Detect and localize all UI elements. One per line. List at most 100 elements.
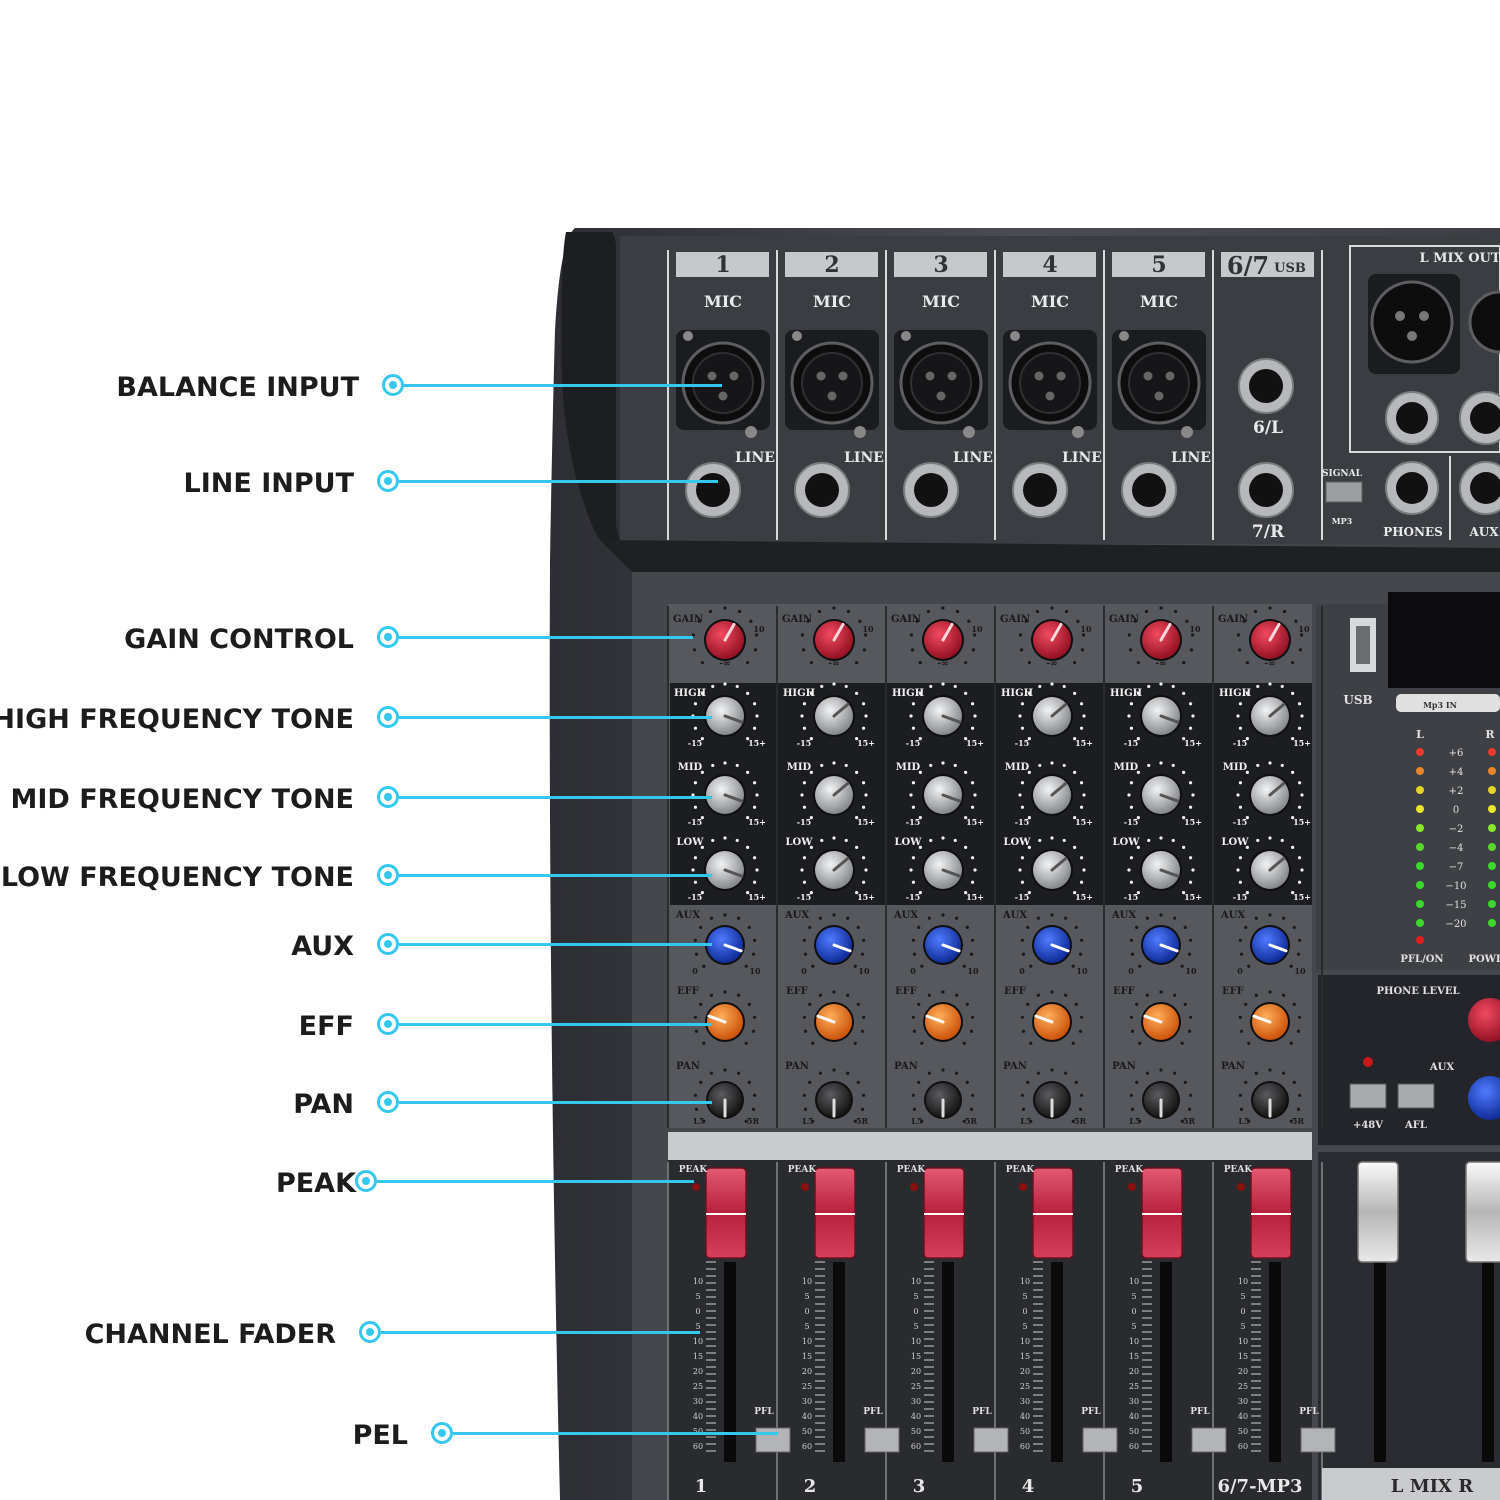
scale-tick bbox=[1268, 990, 1272, 994]
scale-tick bbox=[723, 1068, 727, 1072]
channel-bottom-label: 6/7-MP3 bbox=[1217, 1476, 1302, 1497]
scale-tick bbox=[844, 684, 848, 689]
scale-tick bbox=[853, 1041, 857, 1045]
pan-scale: L5 bbox=[1238, 1116, 1249, 1126]
fader-scale: 20 bbox=[802, 1367, 812, 1376]
callout-leader-line bbox=[399, 480, 718, 483]
scale-tick bbox=[802, 1093, 806, 1097]
scale-tick bbox=[1038, 763, 1042, 768]
gain-label: GAIN bbox=[782, 614, 812, 625]
mix-out-pin bbox=[1395, 311, 1405, 321]
fader-scale: 10 bbox=[1020, 1337, 1030, 1346]
scale-tick bbox=[802, 702, 807, 706]
scale-tick bbox=[1018, 868, 1022, 872]
eq-scale: 15+ bbox=[966, 817, 984, 827]
scale-tick bbox=[1292, 1002, 1296, 1006]
master-fader-slot bbox=[1482, 1262, 1494, 1462]
scale-tick bbox=[1191, 714, 1195, 718]
scale-tick bbox=[858, 619, 862, 623]
scale-tick bbox=[860, 1029, 865, 1033]
scale-tick bbox=[709, 916, 713, 920]
eff-label: EFF bbox=[1113, 986, 1135, 997]
scale-tick bbox=[1018, 714, 1022, 718]
scale-tick bbox=[723, 913, 727, 917]
fader-scale: 5 bbox=[695, 1292, 700, 1301]
scale-tick bbox=[971, 938, 975, 942]
master-fader-cap bbox=[1357, 1161, 1399, 1263]
gain-scale: 10 bbox=[1080, 624, 1092, 634]
scale-tick bbox=[862, 938, 866, 942]
scale-tick bbox=[1282, 1071, 1286, 1075]
scale-tick bbox=[747, 1002, 751, 1006]
callout-mid-frequency-tone: MID FREQUENCY TONE bbox=[0, 780, 760, 820]
scale-tick bbox=[926, 609, 931, 614]
scale-tick bbox=[1159, 761, 1163, 765]
power-label: POWE bbox=[1468, 954, 1500, 965]
scale-tick bbox=[856, 1002, 860, 1006]
scale-tick bbox=[809, 661, 813, 665]
eq-scale: -15 bbox=[797, 817, 811, 827]
scale-tick bbox=[1050, 761, 1054, 765]
scale-tick bbox=[1050, 682, 1054, 686]
scale-tick bbox=[1238, 1093, 1242, 1097]
scale-tick bbox=[862, 1015, 866, 1019]
scale-tick bbox=[1074, 1080, 1078, 1084]
pan-scale: L5 bbox=[911, 1116, 922, 1126]
scale-tick bbox=[1027, 661, 1031, 665]
scale-tick bbox=[1136, 661, 1140, 665]
scale-tick bbox=[1244, 1002, 1248, 1006]
pan-label: PAN bbox=[894, 1061, 918, 1072]
meter-led bbox=[1488, 748, 1496, 756]
scale-tick bbox=[1071, 1041, 1075, 1045]
aux-scale: 10 bbox=[749, 966, 761, 976]
scale-tick bbox=[1147, 838, 1151, 843]
scale-tick bbox=[1159, 836, 1163, 840]
fader-scale: 10 bbox=[1020, 1277, 1030, 1286]
aux-label: AUX bbox=[1111, 910, 1136, 921]
scale-tick bbox=[1253, 609, 1258, 614]
callout-label: MID FREQUENCY TONE bbox=[10, 784, 355, 815]
scale-tick bbox=[1187, 1029, 1192, 1033]
scale-tick bbox=[962, 1041, 966, 1045]
scale-tick bbox=[927, 1071, 931, 1075]
meter-scale: −20 bbox=[1445, 919, 1466, 930]
scale-tick bbox=[1297, 702, 1302, 706]
scale-tick bbox=[953, 763, 957, 768]
callout-pel: PEL bbox=[0, 1416, 778, 1456]
scale-tick bbox=[1183, 1002, 1187, 1006]
xlr-latch bbox=[745, 426, 757, 438]
scale-tick bbox=[918, 661, 922, 665]
scale-tick bbox=[1244, 1080, 1248, 1084]
aux-scale: 0 bbox=[801, 966, 807, 976]
fader-slot bbox=[1269, 1262, 1281, 1462]
scale-tick bbox=[909, 793, 913, 797]
pfl-label: PFL bbox=[972, 1407, 992, 1417]
scale-tick bbox=[1297, 781, 1302, 785]
scale-tick bbox=[1298, 938, 1302, 942]
eq-scale: 15+ bbox=[1075, 817, 1093, 827]
pan-label: PAN bbox=[1221, 1061, 1245, 1072]
callout-eff: EFF bbox=[0, 1007, 760, 1047]
callout-dot-icon bbox=[359, 1321, 381, 1343]
scale-tick bbox=[909, 714, 913, 718]
scale-tick bbox=[910, 648, 915, 652]
stereo-jack-label: 7/R bbox=[1252, 522, 1285, 542]
usb-port-inner bbox=[1356, 626, 1370, 664]
callout-label: CHANNEL FADER bbox=[84, 1319, 336, 1350]
scale-tick bbox=[817, 609, 822, 614]
xlr-pin bbox=[1165, 371, 1175, 381]
scale-tick bbox=[1300, 868, 1304, 872]
scale-tick bbox=[1268, 913, 1272, 917]
channel-number: 3 bbox=[933, 252, 948, 278]
pfl-label: PFL bbox=[1081, 1407, 1101, 1417]
scale-tick bbox=[970, 880, 975, 884]
eq-scale: -15 bbox=[906, 892, 920, 902]
mix-out-xlr-socket bbox=[1370, 280, 1454, 364]
scale-tick bbox=[1082, 714, 1086, 718]
eq-label: MID bbox=[1114, 762, 1139, 773]
scale-tick bbox=[1268, 836, 1272, 840]
scale-tick bbox=[1050, 990, 1054, 994]
scale-tick bbox=[1300, 793, 1304, 797]
pan-scale: 5R bbox=[856, 1116, 869, 1126]
eq-scale: -15 bbox=[1015, 892, 1029, 902]
